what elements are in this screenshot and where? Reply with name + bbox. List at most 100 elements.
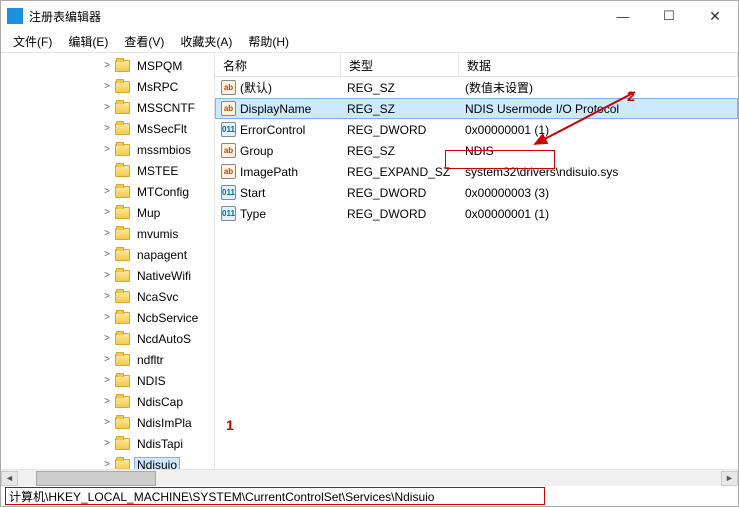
expander-icon[interactable]: >	[101, 186, 113, 197]
tree-label: NcbService	[134, 310, 201, 326]
tree-label: MSTEE	[134, 163, 181, 179]
menu-view[interactable]: 查看(V)	[116, 31, 172, 52]
expander-icon[interactable]: >	[101, 291, 113, 302]
tree-item-msscntf[interactable]: >MSSCNTF	[1, 97, 214, 118]
minimize-button[interactable]: —	[600, 1, 646, 31]
value-name: DisplayName	[240, 102, 311, 116]
expander-icon[interactable]: >	[101, 438, 113, 449]
value-name: Group	[240, 144, 273, 158]
tree-item-napagent[interactable]: > napagent	[1, 244, 214, 265]
scroll-left-button[interactable]: ◄	[1, 471, 18, 486]
expander-icon[interactable]: >	[101, 333, 113, 344]
horizontal-scrollbar[interactable]: ◄ ►	[1, 469, 738, 486]
value-data: NDIS	[459, 142, 738, 160]
expander-icon[interactable]: >	[101, 81, 113, 92]
value-name: Start	[240, 186, 265, 200]
tree-item-mvumis[interactable]: >mvumis	[1, 223, 214, 244]
expander-icon[interactable]: >	[101, 60, 113, 71]
scroll-thumb[interactable]	[36, 471, 156, 486]
value-row[interactable]: abDisplayNameREG_SZNDIS Usermode I/O Pro…	[215, 98, 738, 119]
tree-item-ndistapi[interactable]: > NdisTapi	[1, 433, 214, 454]
tree-label: MSPQM	[134, 58, 185, 74]
value-row[interactable]: abGroupREG_SZNDIS	[215, 140, 738, 161]
tree-item-ndiscap[interactable]: >NdisCap	[1, 391, 214, 412]
folder-icon	[115, 165, 130, 177]
tree-label: NcdAutoS	[134, 331, 194, 347]
folder-icon	[115, 375, 130, 387]
expander-icon[interactable]: >	[101, 144, 113, 155]
value-type: REG_DWORD	[341, 205, 459, 223]
folder-icon	[115, 102, 130, 114]
value-name: (默认)	[240, 79, 272, 96]
tree-item-ndisuio[interactable]: > Ndisuio	[1, 454, 214, 469]
value-row[interactable]: 011StartREG_DWORD0x00000003 (3)	[215, 182, 738, 203]
title-bar: 注册表编辑器 — ☐ ✕	[1, 1, 738, 31]
expander-icon[interactable]: >	[101, 228, 113, 239]
tree-item-msrpc[interactable]: > MsRPC	[1, 76, 214, 97]
column-type[interactable]: 类型	[341, 53, 459, 76]
expander-icon[interactable]: >	[101, 270, 113, 281]
status-path: 计算机\HKEY_LOCAL_MACHINE\SYSTEM\CurrentCon…	[9, 488, 434, 505]
value-row[interactable]: ab(默认)REG_SZ(数值未设置)	[215, 77, 738, 98]
tree-label: MsSecFlt	[134, 121, 190, 137]
tree-item-ndis[interactable]: >NDIS	[1, 370, 214, 391]
expander-icon[interactable]: >	[101, 375, 113, 386]
tree-item-ndisimpla[interactable]: > NdisImPla	[1, 412, 214, 433]
menu-help[interactable]: 帮助(H)	[240, 31, 297, 52]
scroll-right-button[interactable]: ►	[721, 471, 738, 486]
value-row[interactable]: 011TypeREG_DWORD0x00000001 (1)	[215, 203, 738, 224]
tree-item-mssecflt[interactable]: > MsSecFlt	[1, 118, 214, 139]
string-icon: ab	[221, 143, 236, 158]
scroll-track[interactable]	[18, 471, 721, 486]
tree-item-ncbservice[interactable]: > NcbService	[1, 307, 214, 328]
menu-edit[interactable]: 编辑(E)	[60, 31, 116, 52]
tree-label: ndfltr	[134, 352, 167, 368]
tree-label: napagent	[134, 247, 190, 263]
tree-item-ndfltr[interactable]: > ndfltr	[1, 349, 214, 370]
expander-icon[interactable]: >	[101, 249, 113, 260]
expander-icon[interactable]: >	[101, 417, 113, 428]
string-icon: ab	[221, 80, 236, 95]
expander-icon[interactable]: >	[101, 312, 113, 323]
tree-item-mspqm[interactable]: > MSPQM	[1, 55, 214, 76]
expander-icon[interactable]: >	[101, 396, 113, 407]
tree-label: MTConfig	[134, 184, 192, 200]
tree-item-mssmbios[interactable]: >mssmbios	[1, 139, 214, 160]
tree-label: NativeWifi	[134, 268, 194, 284]
column-name[interactable]: 名称	[215, 53, 341, 76]
tree-item-mtconfig[interactable]: > MTConfig	[1, 181, 214, 202]
expander-icon[interactable]: >	[101, 207, 113, 218]
column-headers: 名称 类型 数据	[215, 53, 738, 77]
column-data[interactable]: 数据	[459, 53, 738, 76]
expander-icon[interactable]: >	[101, 123, 113, 134]
value-data: 0x00000003 (3)	[459, 184, 738, 202]
value-data: 0x00000001 (1)	[459, 121, 738, 139]
close-button[interactable]: ✕	[692, 1, 738, 31]
maximize-button[interactable]: ☐	[646, 1, 692, 31]
folder-icon	[115, 60, 130, 72]
value-data: (数值未设置)	[459, 77, 738, 98]
folder-icon	[115, 228, 130, 240]
tree-label: NdisImPla	[134, 415, 195, 431]
expander-icon[interactable]: >	[101, 354, 113, 365]
expander-icon[interactable]: >	[101, 102, 113, 113]
value-type: REG_DWORD	[341, 121, 459, 139]
binary-icon: 011	[221, 206, 236, 221]
menu-favorites[interactable]: 收藏夹(A)	[172, 31, 240, 52]
tree-item-nativewifi[interactable]: > NativeWifi	[1, 265, 214, 286]
tree-item-ncasvc[interactable]: >NcaSvc	[1, 286, 214, 307]
tree-item-ncdautos[interactable]: > NcdAutoS	[1, 328, 214, 349]
tree-item-mup[interactable]: >Mup	[1, 202, 214, 223]
tree-label: NdisTapi	[134, 436, 186, 452]
menu-file[interactable]: 文件(F)	[5, 31, 60, 52]
folder-icon	[115, 417, 130, 429]
value-row[interactable]: abImagePathREG_EXPAND_SZsystem32\drivers…	[215, 161, 738, 182]
tree-pane[interactable]: >MSPQM>MsRPC>MSSCNTF>MsSecFlt>mssmbiosMS…	[1, 53, 215, 469]
tree-label: Ndisuio	[134, 457, 180, 470]
tree-label: MsRPC	[134, 79, 181, 95]
expander-icon[interactable]: >	[101, 459, 113, 469]
values-pane: 名称 类型 数据 ab(默认)REG_SZ(数值未设置)abDisplayNam…	[215, 53, 738, 469]
string-icon: ab	[221, 164, 236, 179]
value-row[interactable]: 011ErrorControlREG_DWORD0x00000001 (1)	[215, 119, 738, 140]
tree-item-mstee[interactable]: MSTEE	[1, 160, 214, 181]
